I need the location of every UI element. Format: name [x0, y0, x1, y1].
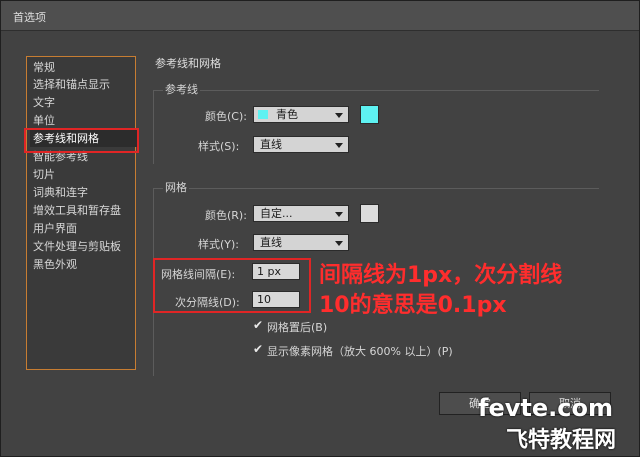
- window-title: 首选项: [13, 11, 46, 24]
- sidebar-item-hyphenation[interactable]: 词典和连字: [33, 184, 88, 201]
- sidebar-item-general[interactable]: 常规: [33, 59, 55, 76]
- gridline-every-input[interactable]: 1 px: [252, 263, 300, 280]
- subdivisions-input[interactable]: 10: [252, 291, 300, 308]
- preferences-dialog: 首选项 常规 选择和锚点显示 文字 单位 参考线和网格 智能参考线 切片 词典和…: [0, 0, 640, 457]
- show-pixel-grid-label: 显示像素网格（放大 600% 以上）(P): [267, 345, 453, 358]
- sidebar-item-file-clipboard[interactable]: 文件处理与剪贴板: [33, 238, 121, 255]
- sidebar-item-slices[interactable]: 切片: [33, 166, 55, 183]
- category-sidebar: 常规 选择和锚点显示 文字 单位 参考线和网格 智能参考线 切片 词典和连字 增…: [26, 56, 137, 370]
- subdivisions-label: 次分隔线(D):: [175, 296, 240, 309]
- grid-color-value: 自定...: [260, 207, 293, 220]
- chevron-down-icon: [335, 143, 343, 148]
- guides-color-dropdown[interactable]: 青色: [253, 106, 349, 123]
- section-title: 参考线和网格: [155, 57, 221, 70]
- guides-color-value: 青色: [276, 108, 298, 121]
- guides-style-dropdown[interactable]: 直线: [253, 136, 349, 153]
- check-icon: ✔: [253, 318, 264, 332]
- title-bar: 首选项: [1, 1, 639, 31]
- grids-in-back-label: 网格置后(B): [267, 321, 328, 334]
- guides-color-preview[interactable]: [360, 105, 379, 124]
- grid-color-dropdown[interactable]: 自定...: [253, 205, 349, 222]
- grid-style-value: 直线: [260, 236, 282, 249]
- watermark-site-name: 飞特教程网: [506, 428, 617, 453]
- guides-color-label: 颜色(C):: [205, 110, 247, 123]
- grid-style-label: 样式(Y):: [198, 238, 240, 251]
- annotation-line-1: 间隔线为1px，次分割线: [319, 263, 563, 288]
- watermark-domain: fevte.com: [478, 394, 613, 422]
- selected-item-highlight: [24, 128, 139, 153]
- chevron-down-icon: [335, 212, 343, 217]
- check-icon: ✔: [253, 342, 264, 356]
- grid-color-preview[interactable]: [360, 204, 379, 223]
- grid-style-dropdown[interactable]: 直线: [253, 234, 349, 251]
- sidebar-item-black-appearance[interactable]: 黑色外观: [33, 256, 77, 273]
- guides-style-label: 样式(S):: [198, 140, 240, 153]
- sidebar-item-user-interface[interactable]: 用户界面: [33, 220, 77, 237]
- sidebar-item-plugins-scratch[interactable]: 增效工具和暂存盘: [33, 202, 121, 219]
- sidebar-item-selection-anchor[interactable]: 选择和锚点显示: [33, 76, 110, 93]
- guides-color-swatch: [258, 110, 268, 119]
- chevron-down-icon: [335, 113, 343, 118]
- chevron-down-icon: [335, 241, 343, 246]
- grid-group-label: 网格: [163, 179, 189, 195]
- gridline-every-label: 网格线间隔(E):: [161, 268, 236, 281]
- sidebar-item-units[interactable]: 单位: [33, 112, 55, 129]
- grid-color-label: 颜色(R):: [205, 209, 247, 222]
- guides-group-label: 参考线: [163, 81, 200, 97]
- sidebar-item-type[interactable]: 文字: [33, 94, 55, 111]
- annotation-line-2: 10的意思是0.1px: [319, 293, 507, 318]
- guides-style-value: 直线: [260, 138, 282, 151]
